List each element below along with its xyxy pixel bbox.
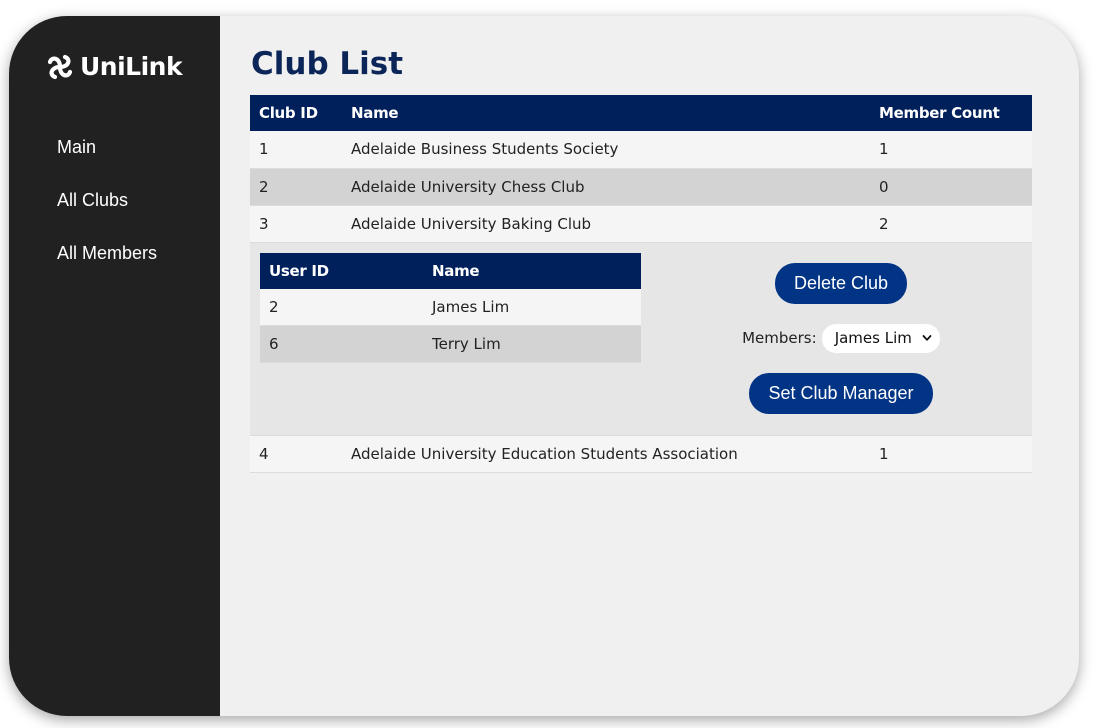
cell-club-name: Adelaide Business Students Society [342, 131, 870, 169]
column-header-club-id: Club ID [250, 95, 342, 131]
table-row[interactable]: 3 Adelaide University Baking Club 2 [250, 205, 1032, 243]
cell-club-name: Adelaide University Education Students A… [342, 435, 870, 473]
sidebar-item-main[interactable]: Main [57, 137, 157, 190]
cell-member-count: 0 [870, 168, 1032, 206]
member-row: 2 James Lim [260, 288, 641, 326]
club-members-table: User ID Name 2 James Lim 6 Terry Lim [260, 252, 641, 363]
members-label: Members: [742, 329, 817, 347]
column-header-name: Name [342, 95, 870, 131]
club-detail-row: User ID Name 2 James Lim 6 Terry Lim Del… [250, 242, 1032, 436]
members-selector: Members: James Lim [742, 323, 940, 353]
cell-member-name: Terry Lim [423, 325, 641, 363]
cell-member-name: James Lim [423, 288, 641, 326]
unilink-logo-icon [47, 54, 73, 79]
column-header-member-name: Name [423, 252, 641, 289]
sidebar-item-all-members[interactable]: All Members [57, 243, 157, 296]
members-dropdown-value: James Lim [834, 329, 912, 347]
clubs-table: Club ID Name Member Count 1 Adelaide Bus… [250, 95, 1032, 473]
page-title: Club List [251, 46, 404, 82]
delete-club-button[interactable]: Delete Club [774, 262, 908, 304]
column-header-member-count: Member Count [870, 95, 1032, 131]
cell-member-count: 1 [870, 435, 1032, 473]
table-row[interactable]: 4 Adelaide University Education Students… [250, 435, 1032, 473]
brand-name: UniLink [80, 52, 183, 81]
table-row[interactable]: 2 Adelaide University Chess Club 0 [250, 168, 1032, 206]
set-club-manager-button[interactable]: Set Club Manager [749, 372, 933, 414]
cell-member-count: 1 [870, 131, 1032, 169]
cell-club-id: 2 [250, 168, 342, 206]
cell-club-id: 3 [250, 205, 342, 243]
cell-club-name: Adelaide University Chess Club [342, 168, 870, 206]
cell-member-count: 2 [870, 205, 1032, 243]
clubs-table-header: Club ID Name Member Count [250, 95, 1032, 131]
column-header-user-id: User ID [260, 252, 423, 289]
sidebar: UniLink Main All Clubs All Members [9, 16, 220, 716]
cell-club-id: 4 [250, 435, 342, 473]
cell-club-id: 1 [250, 131, 342, 169]
member-row: 6 Terry Lim [260, 325, 641, 363]
club-actions: Delete Club Members: James Lim Set Club … [720, 262, 962, 414]
sidebar-item-all-clubs[interactable]: All Clubs [57, 190, 157, 243]
members-table-header: User ID Name [260, 252, 641, 289]
cell-club-name: Adelaide University Baking Club [342, 205, 870, 243]
chevron-down-icon [922, 335, 932, 341]
table-row[interactable]: 1 Adelaide Business Students Society 1 [250, 131, 1032, 169]
sidebar-nav: Main All Clubs All Members [57, 137, 157, 296]
club-detail-panel: User ID Name 2 James Lim 6 Terry Lim Del… [250, 242, 1032, 436]
app-window: UniLink Main All Clubs All Members Club … [9, 16, 1079, 716]
cell-user-id: 2 [260, 288, 423, 326]
members-dropdown[interactable]: James Lim [821, 323, 940, 353]
main-content: Club List Club ID Name Member Count 1 Ad… [220, 16, 1079, 716]
brand-logo[interactable]: UniLink [46, 52, 183, 81]
cell-user-id: 6 [260, 325, 423, 363]
